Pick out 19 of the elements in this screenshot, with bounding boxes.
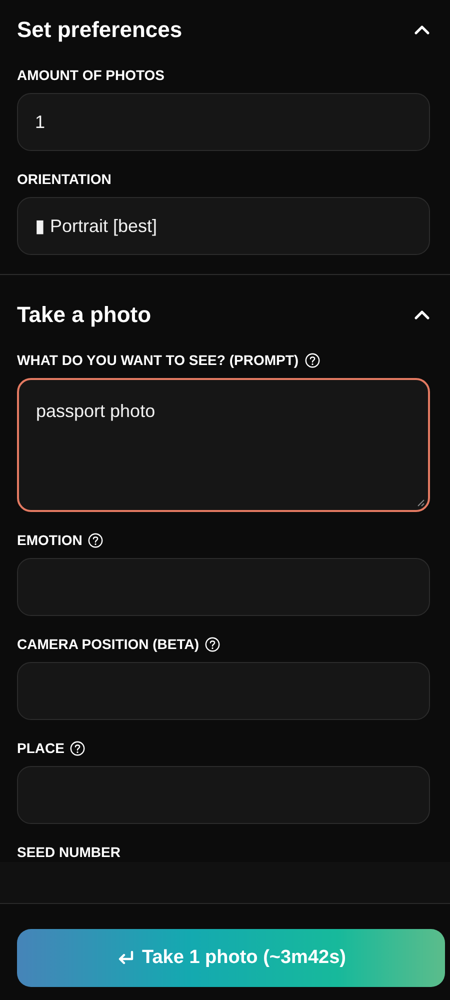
field-label: SEED NUMBER	[17, 844, 120, 860]
chevron-icon[interactable]	[414, 25, 430, 35]
help-icon[interactable]	[205, 636, 220, 652]
input-field[interactable]: 1	[17, 93, 430, 151]
prompt-field[interactable]: passport photo	[17, 378, 430, 512]
field-label: PLACE	[17, 740, 64, 756]
help-icon[interactable]	[70, 740, 86, 756]
field-label: AMOUNT OF PHOTOS	[17, 67, 165, 83]
section-title: Set preferences	[17, 17, 182, 43]
field-label: EMOTION	[17, 532, 82, 548]
input-field[interactable]: ▮ Portrait [best]	[17, 197, 430, 255]
help-icon[interactable]	[88, 532, 104, 548]
section-title: Take a photo	[17, 302, 152, 328]
help-icon[interactable]	[304, 352, 320, 368]
field-label: WHAT DO YOU WANT TO SEE? (PROMPT)	[17, 352, 299, 368]
field-label: CAMERA POSITION (BETA)	[17, 636, 199, 652]
chevron-icon[interactable]	[414, 310, 430, 320]
resize-grip-icon[interactable]	[417, 499, 425, 507]
field-label: ORIENTATION	[17, 171, 112, 187]
